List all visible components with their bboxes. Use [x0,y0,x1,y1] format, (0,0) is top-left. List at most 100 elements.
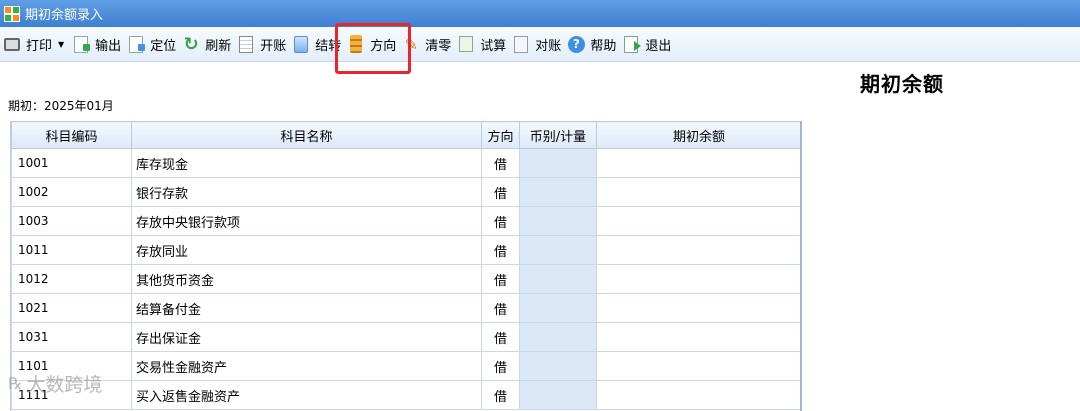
locate-label: 定位 [150,38,177,54]
table-row[interactable]: 1012 其他货币资金借 [11,264,800,294]
cell-account-code[interactable]: 1021 [11,293,132,323]
table-row[interactable]: 1003 存放中央银行款项借 [11,206,800,236]
col-header-balance[interactable]: 期初余额 [596,121,800,149]
cell-currency[interactable] [519,235,597,265]
reconcile-button[interactable]: 对账 [509,31,564,57]
cell-account-name[interactable]: 交易性金融资产 [131,351,482,381]
period-label: 期初：2025年01月 [8,99,114,113]
printer-icon [3,35,21,53]
cell-opening-balance[interactable] [596,148,800,178]
report-title: 期初余额 [860,72,944,96]
cell-opening-balance[interactable] [596,235,800,265]
cell-direction[interactable]: 借 [481,148,520,178]
window-title: 期初余额录入 [25,8,104,23]
cell-account-code[interactable]: 1003 [11,206,132,236]
cell-account-name[interactable]: 存出保证金 [131,322,482,352]
trial-balance-label: 试算 [480,38,507,54]
cell-opening-balance[interactable] [596,293,800,323]
cell-account-name[interactable]: 存放中央银行款项 [131,206,482,236]
reconcile-label: 对账 [535,38,562,54]
cell-direction[interactable]: 借 [481,322,520,352]
cell-direction[interactable]: 借 [481,293,520,323]
cell-direction[interactable]: 借 [481,235,520,265]
export-button[interactable]: 输出 [69,31,124,57]
col-header-currency[interactable]: 币别/计量 [519,121,597,149]
help-button[interactable]: ? 帮助 [564,31,619,57]
app-logo-icon [4,5,20,22]
help-label: 帮助 [590,38,617,54]
watermark-logo-icon: ℞ [8,374,23,393]
balance-table: 科目编码 科目名称 方向 币别/计量 期初余额 1001 库存现金借 1002 银行存… [11,121,800,410]
table-row[interactable]: 1011 存放同业借 [11,235,800,265]
cell-account-name[interactable]: 其他货币资金 [131,264,482,294]
clear-label: 清零 [425,38,452,54]
dropdown-arrow-icon[interactable]: ▼ [58,40,64,49]
table-row[interactable]: 1111 买入返售金融资产借 [11,380,800,410]
cell-account-name[interactable]: 结算备付金 [131,293,482,323]
cell-direction[interactable]: 借 [481,264,520,294]
cell-currency[interactable] [519,293,597,323]
cell-opening-balance[interactable] [596,351,800,381]
cell-currency[interactable] [519,177,597,207]
cell-account-code[interactable]: 1012 [11,264,132,294]
col-header-direction[interactable]: 方向 [481,121,520,149]
cell-account-name[interactable]: 库存现金 [131,148,482,178]
toolbar: 打印 ▼ 输出 定位 ↻ 刷新 开账 结转 方向 ✎ 清零 试算 对账 ? 帮助 [0,27,1080,62]
window-titlebar: 期初余额录入 [0,0,1080,27]
export-icon [72,35,91,53]
cell-account-code[interactable]: 1031 [11,322,132,352]
cell-opening-balance[interactable] [596,177,800,207]
cell-currency[interactable] [519,264,597,294]
reconcile-icon [512,35,530,53]
col-header-name[interactable]: 科目名称 [131,121,482,149]
cell-account-name[interactable]: 买入返售金融资产 [131,380,482,410]
refresh-icon: ↻ [183,33,199,55]
col-header-code[interactable]: 科目编码 [11,121,132,149]
locate-button[interactable]: 定位 [124,31,179,57]
locate-icon [127,35,146,53]
help-icon: ? [567,35,585,53]
open-account-button[interactable]: 开账 [234,31,289,57]
balance-grid: 科目编码 科目名称 方向 币别/计量 期初余额 1001 库存现金借 1002 银行存… [10,121,802,411]
cell-opening-balance[interactable] [596,380,800,410]
cell-direction[interactable]: 借 [481,177,520,207]
exit-button[interactable]: 退出 [619,31,674,57]
refresh-button[interactable]: ↻ 刷新 [179,31,234,57]
cell-currency[interactable] [519,148,597,178]
cell-opening-balance[interactable] [596,322,800,352]
cell-account-code[interactable]: 1011 [11,235,132,265]
exit-label: 退出 [645,38,672,54]
table-row[interactable]: 1101 交易性金融资产借 [11,351,800,381]
cell-opening-balance[interactable] [596,264,800,294]
cell-account-name[interactable]: 银行存款 [131,177,482,207]
table-row[interactable]: 1021 结算备付金借 [11,293,800,323]
table-row[interactable]: 1031 存出保证金借 [11,322,800,352]
table-row[interactable]: 1001 库存现金借 [11,148,800,178]
cell-currency[interactable] [519,380,597,410]
table-header-row: 科目编码 科目名称 方向 币别/计量 期初余额 [11,121,800,149]
carry-over-icon [292,35,310,53]
cell-direction[interactable]: 借 [481,206,520,236]
watermark: ℞ 大数跨境 [8,370,102,397]
watermark-text: 大数跨境 [26,374,103,396]
cell-currency[interactable] [519,351,597,381]
export-label: 输出 [95,38,122,54]
open-book-icon [237,35,255,53]
cell-account-code[interactable]: 1001 [11,148,132,178]
cell-account-name[interactable]: 存放同业 [131,235,482,265]
exit-icon [622,35,642,53]
cell-direction[interactable]: 借 [481,380,520,410]
trial-balance-button[interactable]: 试算 [454,31,509,57]
cell-opening-balance[interactable] [596,206,800,236]
highlight-annotation [335,23,411,74]
cell-currency[interactable] [519,206,597,236]
print-label: 打印 [26,38,53,54]
cell-currency[interactable] [519,322,597,352]
refresh-label: 刷新 [205,38,232,54]
open-account-label: 开账 [260,38,287,54]
print-button[interactable]: 打印 ▼ [0,31,69,57]
cell-account-code[interactable]: 1002 [11,177,132,207]
table-row[interactable]: 1002 银行存款借 [11,177,800,207]
calculator-icon [457,35,475,53]
cell-direction[interactable]: 借 [481,351,520,381]
